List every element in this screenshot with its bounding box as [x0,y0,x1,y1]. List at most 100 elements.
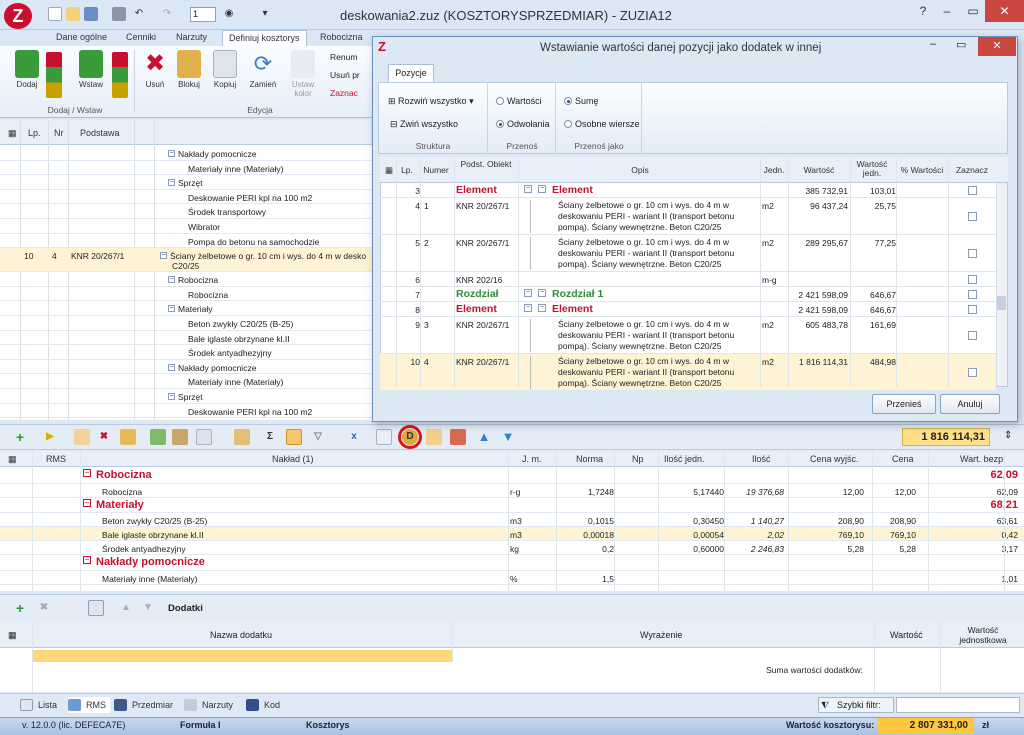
box-icon[interactable] [172,429,188,445]
note-edit-icon[interactable] [426,429,442,445]
radio-osobne[interactable]: Osobne wiersze [564,119,640,129]
lock-icon[interactable] [120,429,136,445]
dodatek-new-row[interactable] [32,650,452,662]
cancel-button[interactable]: Anuluj [940,394,1000,414]
renum-item[interactable]: Renum [330,52,357,62]
add-button[interactable]: Dodaj [12,50,42,89]
tree-row[interactable]: Deskowanie PERI kpl na 100 m2 [0,190,375,205]
rmsu-insert-icon[interactable] [112,52,128,98]
tree-expander-icon[interactable]: − [168,363,175,371]
radio-odwolania[interactable]: Odwołania [496,119,550,129]
move-up-dodatek-icon[interactable]: ▲ [118,600,134,616]
sum-icon[interactable]: Σ [262,429,278,445]
tree-expander-icon[interactable]: − [168,179,175,187]
set-color-button[interactable]: Ustaw kolor [288,50,318,98]
lock-button[interactable]: Blokuj [174,50,204,89]
sort-icon[interactable] [286,429,302,445]
dialog-minimize-button[interactable]: – [930,38,936,50]
tab-pozycje[interactable]: Pozycje [388,64,434,82]
tab-definiuj-kosztorys[interactable]: Definiuj kosztorys [222,30,307,46]
tab-rms[interactable]: RMS [68,697,110,713]
quick-filter-button[interactable]: Szybki filtr: [818,697,894,713]
rms-section-row[interactable]: −Robocizna 62,09 [0,468,1024,484]
position-checkbox[interactable] [968,331,977,340]
tree-row[interactable]: Deskowanie PERI kpl na 100 m2 [0,404,375,419]
tree-row[interactable]: Beton zwykły C20/25 (B-25) [0,316,375,331]
section-collapse-icon[interactable]: − [83,498,91,507]
tree-row[interactable]: Bale iglaste obrzynane kl.II [0,331,375,346]
app-logo[interactable]: Z [4,3,32,29]
row-collapse-icon[interactable]: − [538,185,546,193]
collapse-all-button[interactable]: ⊟ Zwiń wszystko [390,119,458,130]
tree-expander-icon[interactable]: − [160,252,167,260]
tree-row[interactable]: − Nakłady pomocnicze [0,360,375,375]
position-checkbox[interactable] [968,275,977,284]
position-row[interactable]: 9 3 KNR 20/267/1 Ściany żelbetowe o gr. 10 … [380,317,996,354]
rms-section-row[interactable]: − Nakłady pomocnicze [0,555,1024,571]
undo-icon[interactable]: ↶ [132,7,146,21]
customize-icon[interactable]: ▾ [258,7,272,21]
rms-grid-menu-icon[interactable]: ▦ [8,454,17,465]
delete-dodatek-icon[interactable]: ✖ [36,600,52,616]
tree-row[interactable]: Środek antyadhezyjny [0,345,375,360]
positions-grid-menu-icon[interactable]: ▦ [382,166,396,175]
quick-combo[interactable]: 1 [190,7,216,22]
row-collapse-icon[interactable]: − [538,289,546,297]
rms-row[interactable]: Materiały inne (Materiały)% 1,5 1,01 [0,571,1024,585]
expand-all-button[interactable]: ⊞ Rozwiń wszystko ▾ [388,96,474,107]
tree-row[interactable]: − Robocizna [0,272,375,287]
move-down-icon[interactable]: ▼ [500,429,516,445]
section-collapse-icon[interactable]: − [83,469,91,477]
position-checkbox[interactable] [968,186,977,195]
tree-row[interactable]: − Sprzęt [0,389,375,404]
tree-expander-icon[interactable]: − [168,276,175,284]
tree-row[interactable]: Robocizna [0,287,375,302]
tab-dane-ogolne[interactable]: Dane ogólne [50,30,113,46]
position-checkbox[interactable] [968,305,977,314]
rms-section-row[interactable]: −Materiały 68,21 [0,498,1024,513]
print-icon[interactable] [112,7,126,21]
rms-row[interactable]: Robocizna r-g 1,7248 5,17440 19 376,68 12,00 1… [0,484,1024,498]
dialog-maximize-button[interactable]: ▭ [956,38,966,51]
rms-row[interactable]: Bale iglaste obrzynane kl.II m3 0,00018 0,0… [0,527,1024,541]
move-up-icon[interactable]: ▲ [476,429,492,445]
export-icon[interactable] [450,429,466,445]
tab-kod[interactable]: Kod [246,697,280,713]
copy-button[interactable]: Kopiuj [210,50,240,89]
calculator-icon[interactable] [376,429,392,445]
edit-icon[interactable] [74,429,90,445]
tree-row[interactable]: Środek transportowy [0,204,375,219]
position-checkbox[interactable] [968,290,977,299]
redo-icon[interactable]: ↷ [160,7,174,21]
tree-row[interactable]: Wibrator [0,219,375,234]
position-row[interactable]: 10 4 KNR 20/267/1 Ściany żelbetowe o gr. 10… [380,354,996,391]
new-file-icon[interactable] [48,7,62,21]
quick-filter-input[interactable] [896,697,1020,713]
row-collapse-icon[interactable]: − [524,304,532,312]
position-checkbox[interactable] [968,212,977,221]
filter-icon[interactable]: ▽ [310,429,326,445]
replace-button[interactable]: ⟳ Zamień [248,50,278,89]
row-collapse-icon[interactable]: − [538,304,546,312]
remove-pr-item[interactable]: Usuń pr [330,70,360,80]
rmsu-icon[interactable] [46,52,62,98]
save-icon[interactable] [84,7,98,21]
open-folder-icon[interactable] [66,7,80,21]
position-row[interactable]: 4 1 KNR 20/267/1 Ściany żelbetowe o gr. 10 … [380,198,996,235]
section-collapse-icon[interactable]: − [83,556,91,564]
position-row[interactable]: 8 Element − Element −2 421 598,09 646,67 [380,302,996,317]
tree-expander-icon[interactable]: − [168,305,175,313]
position-row[interactable]: 5 2 KNR 20/267/1 Ściany żelbetowe o gr. 10 … [380,235,996,272]
tab-robocizna[interactable]: Robocizna [314,30,369,46]
position-row[interactable]: 6 KNR 202/16 m-g [380,272,996,287]
dialog-close-button[interactable]: ✕ [978,37,1016,56]
row-collapse-icon[interactable]: − [524,185,532,193]
tab-cenniki[interactable]: Cenniki [120,30,162,46]
tree-row[interactable]: − Nakłady pomocnicze [0,146,375,161]
position-checkbox[interactable] [968,249,977,258]
list-icon[interactable] [88,600,104,616]
radio-sume[interactable]: Sumę [564,96,599,106]
add-icon[interactable]: + [12,429,28,445]
tab-przedmiar[interactable]: Przedmiar [114,697,173,713]
tree-row[interactable]: Pompa do betonu na samochodzie [0,234,375,249]
